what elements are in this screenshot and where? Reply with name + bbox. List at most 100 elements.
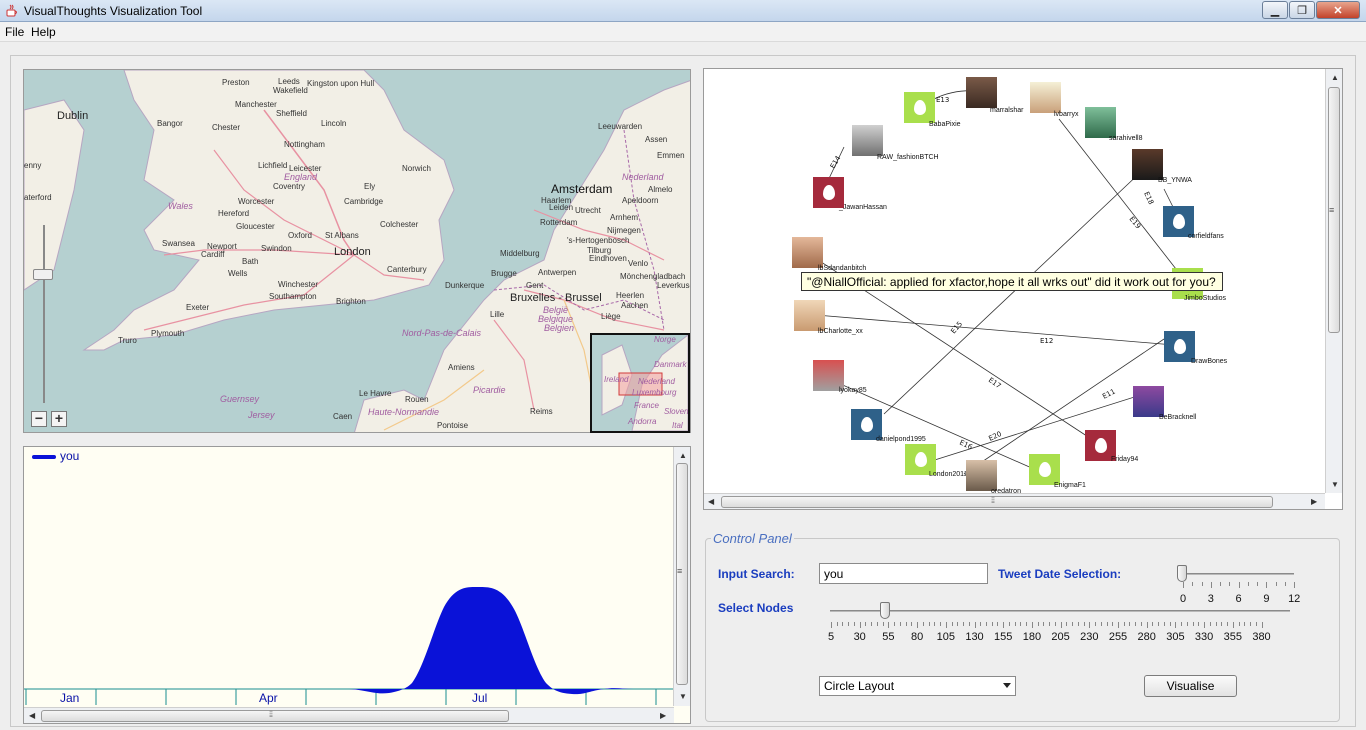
search-input[interactable]: you (819, 563, 988, 584)
control-panel (705, 538, 1340, 722)
map-label: Manchester (235, 100, 277, 109)
map-label: Kingston upon Hull (307, 79, 375, 88)
node-label: sarahivell8 (1109, 135, 1143, 142)
map-label: Southampton (269, 292, 317, 301)
graph-node-photo[interactable] (852, 125, 883, 156)
select-nodes-slider-thumb[interactable] (880, 602, 890, 619)
node-label: corfieldfans (1188, 233, 1224, 240)
slider-minor-tick (1250, 622, 1252, 626)
graph-node-photo[interactable] (792, 237, 823, 268)
maximize-button[interactable]: ❐ (1289, 1, 1315, 19)
grip-icon: ⦙⦙⦙ (269, 709, 273, 719)
graph-node[interactable] (1029, 454, 1060, 485)
slider-minor-tick (1257, 582, 1259, 586)
map-label: Coventry (273, 182, 306, 191)
map-label: Rouen (405, 395, 429, 404)
zoom-slider-thumb[interactable] (33, 269, 53, 280)
slider-tick-label: 355 (1223, 631, 1242, 643)
slider-minor-tick (1066, 622, 1068, 626)
grip-icon: ⦙⦙⦙ (991, 495, 995, 505)
slider-minor-tick (1077, 622, 1079, 626)
map-label: 's-Hertogenbosch (567, 236, 630, 245)
scroll-down-icon[interactable]: ▼ (679, 692, 687, 701)
slider-tick-label: 5 (827, 631, 835, 643)
slider-tick-label: 105 (936, 631, 955, 643)
scroll-down-icon[interactable]: ▼ (1331, 480, 1339, 489)
map-label: Bangor (157, 119, 183, 128)
tweet-date-slider-track[interactable] (1180, 573, 1294, 575)
slider-minor-tick (1095, 622, 1097, 626)
scroll-left-icon[interactable]: ◀ (29, 711, 35, 720)
map-label: St Albans (325, 231, 359, 240)
menu-help[interactable]: Help (31, 25, 56, 39)
slider-minor-tick (1198, 622, 1200, 626)
map-label: Arnhem (610, 213, 639, 222)
graph-horizontal-scrollbar[interactable]: ◀ ⦙⦙⦙ ▶ (704, 493, 1325, 509)
slider-minor-tick (1037, 622, 1039, 626)
map-label: Emmen (657, 151, 685, 160)
timeline-vertical-scrollbar[interactable]: ▲ ≡ ▼ (673, 447, 690, 706)
scroll-up-icon[interactable]: ▲ (1331, 73, 1339, 82)
slider-minor-tick (1238, 622, 1240, 626)
node-label: Friday94 (1111, 456, 1139, 463)
slider-tick (1175, 622, 1177, 628)
minimap[interactable]: Norge Danmark Ireland Nederland Luxembou… (590, 333, 690, 433)
timeline-chart[interactable] (23, 446, 691, 724)
scrollbar-thumb[interactable] (721, 496, 1273, 508)
graph-node-photo[interactable] (794, 300, 825, 331)
slider-tick-label: 330 (1194, 631, 1214, 643)
map-label: Aachen (621, 301, 649, 310)
scroll-right-icon[interactable]: ▶ (660, 711, 666, 720)
map-label: Cambridge (344, 197, 384, 206)
slider-tick (1266, 582, 1268, 588)
slider-minor-tick (1100, 622, 1102, 626)
graph-node-photo[interactable] (1030, 82, 1061, 113)
zoom-out-button[interactable]: − (31, 411, 47, 427)
graph-node-photo[interactable] (1132, 149, 1163, 180)
slider-tick-label: 30 (853, 631, 866, 643)
timeline-plot (24, 586, 674, 705)
edge-label: E11 (1101, 387, 1117, 400)
slider-minor-tick (1083, 622, 1085, 626)
map-label: Sheffield (276, 109, 307, 118)
graph-vertical-scrollbar[interactable]: ▲ ≡ ▼ (1325, 69, 1342, 493)
map-label: Chester (212, 123, 241, 132)
minimap-label: France (634, 401, 659, 410)
layout-select[interactable]: Circle Layout (819, 676, 1016, 696)
slider-tick (1204, 622, 1206, 628)
slider-minor-tick (997, 622, 999, 626)
menu-file[interactable]: File (5, 25, 24, 39)
scroll-up-icon[interactable]: ▲ (679, 451, 687, 460)
minimize-button[interactable]: ▁ (1262, 1, 1288, 19)
slider-minor-tick (905, 622, 907, 626)
slider-tick (945, 622, 947, 628)
month-label: Jan (60, 691, 80, 705)
visualise-button[interactable]: Visualise (1144, 675, 1237, 697)
graph-node-photo[interactable] (966, 77, 997, 108)
slider-minor-tick (1123, 622, 1125, 626)
zoom-slider-track[interactable] (43, 225, 45, 403)
map-label: Dublin (57, 110, 89, 122)
default-avatar-icon (822, 185, 835, 200)
graph-node-photo[interactable] (966, 460, 997, 491)
map-label: Haute-Normandie (368, 407, 440, 417)
slider-minor-tick (1201, 582, 1203, 586)
map-label: Almelo (648, 185, 673, 194)
select-nodes-slider-track[interactable] (830, 610, 1290, 612)
close-icon: ✕ (1333, 4, 1343, 17)
graph-node[interactable] (904, 92, 935, 123)
slider-tick (1261, 622, 1263, 628)
scroll-left-icon[interactable]: ◀ (708, 497, 714, 506)
graph-node-photo[interactable] (1085, 107, 1116, 138)
tweet-date-slider-thumb[interactable] (1177, 565, 1187, 582)
scrollbar-thumb[interactable] (41, 710, 509, 722)
grip-icon: ≡ (1329, 205, 1334, 215)
zoom-in-button[interactable]: + (51, 411, 67, 427)
scroll-right-icon[interactable]: ▶ (1311, 497, 1317, 506)
graph-node-photo[interactable] (1133, 386, 1164, 417)
close-button[interactable]: ✕ (1316, 1, 1360, 19)
timeline-horizontal-scrollbar[interactable]: ◀ ⦙⦙⦙ ▶ (24, 707, 674, 723)
slider-minor-tick (1049, 622, 1051, 626)
slider-minor-tick (853, 622, 855, 626)
map-label: Guernsey (220, 394, 260, 404)
